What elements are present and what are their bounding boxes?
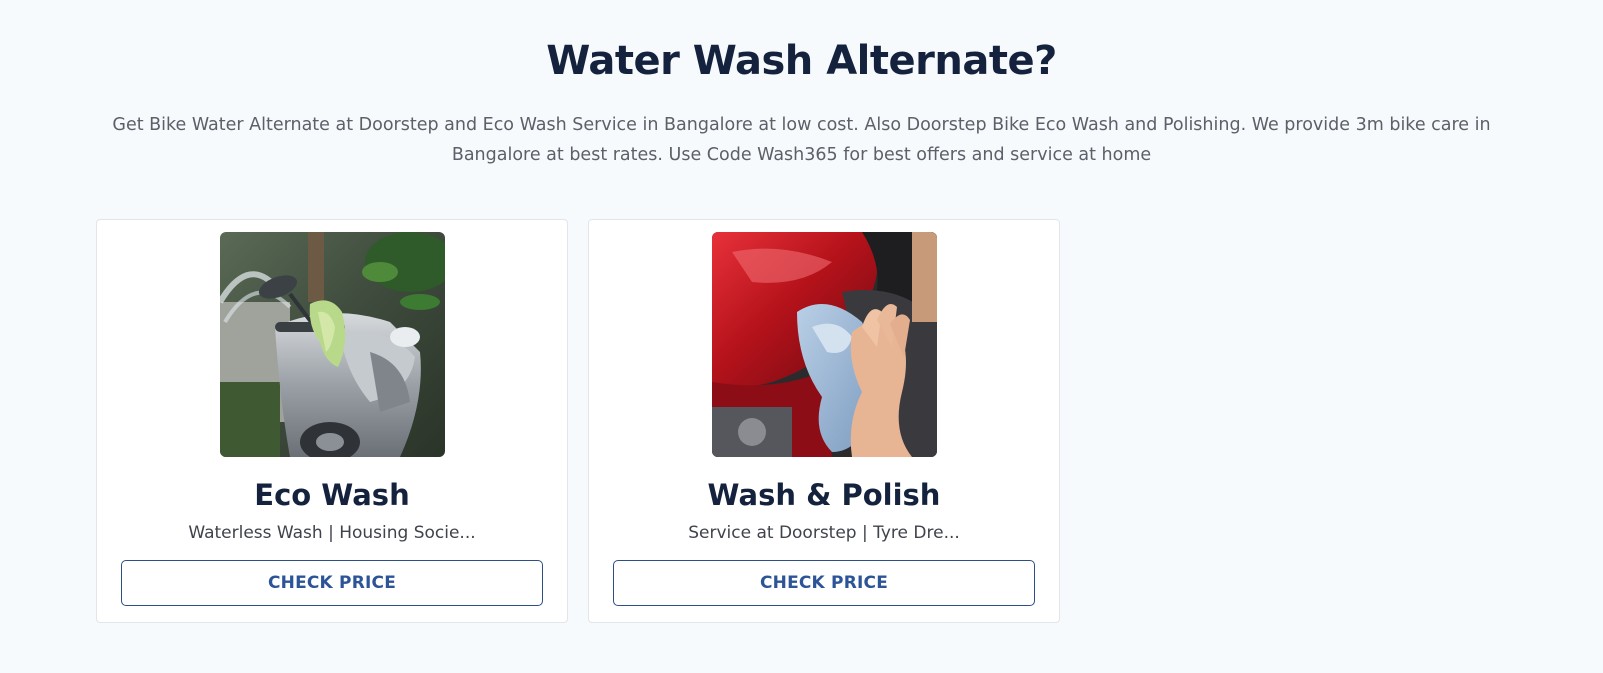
service-card-wash-and-polish: Wash & Polish Service at Doorstep | Tyre… bbox=[588, 219, 1060, 623]
check-price-button[interactable]: CHECK PRICE bbox=[613, 560, 1035, 606]
card-subtitle: Service at Doorstep | Tyre Dre... bbox=[688, 523, 960, 543]
card-title: Wash & Polish bbox=[707, 478, 941, 512]
service-card-eco-wash: Eco Wash Waterless Wash | Housing Socie.… bbox=[96, 219, 568, 623]
section-description: Get Bike Water Alternate at Doorstep and… bbox=[112, 115, 1491, 165]
section-title: Water Wash Alternate? bbox=[546, 38, 1057, 84]
eco-wash-image bbox=[220, 232, 445, 457]
service-cards: Eco Wash Waterless Wash | Housing Socie.… bbox=[96, 219, 1060, 623]
card-title: Eco Wash bbox=[254, 478, 410, 512]
card-subtitle: Waterless Wash | Housing Socie... bbox=[188, 523, 476, 543]
wash-polish-image bbox=[712, 232, 937, 457]
check-price-button[interactable]: CHECK PRICE bbox=[121, 560, 543, 606]
